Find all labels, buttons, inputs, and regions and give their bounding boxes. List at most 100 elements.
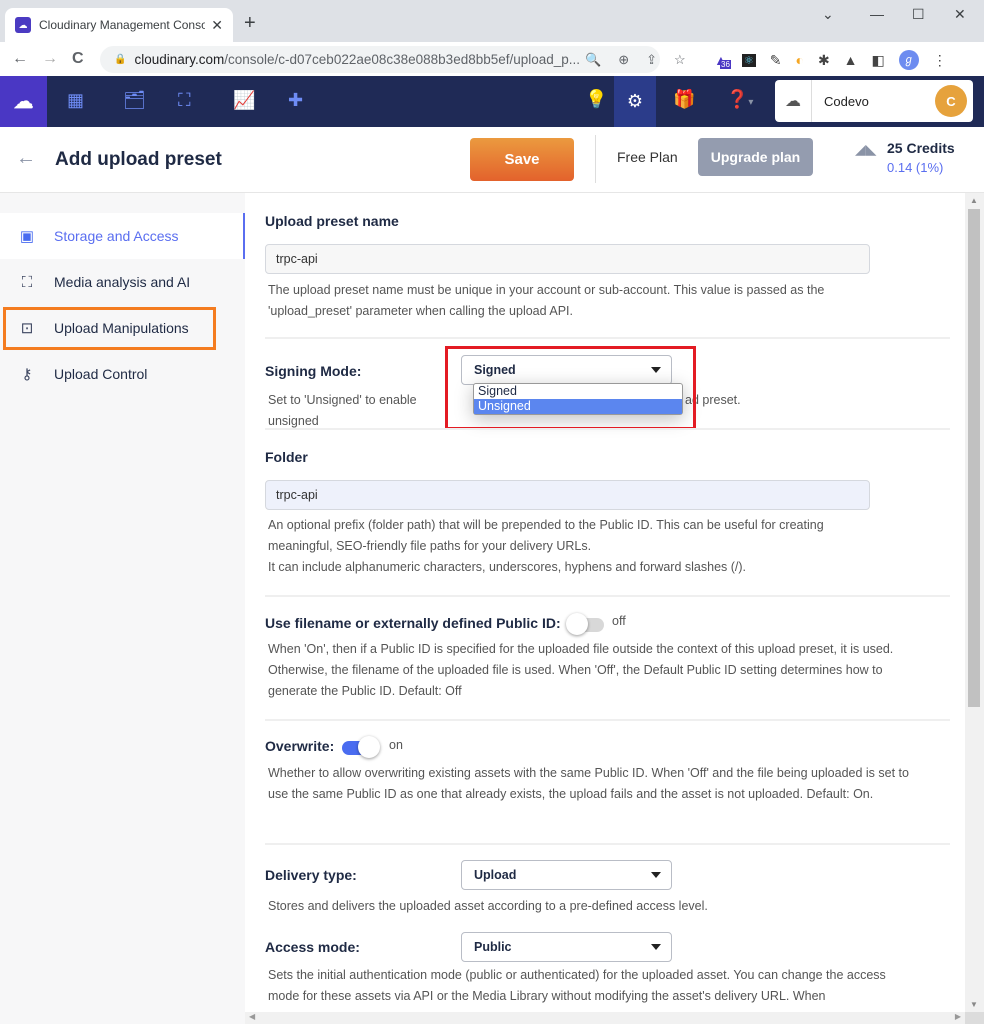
forward-icon[interactable]: → <box>42 50 58 68</box>
color-picker-icon[interactable]: ✎ <box>770 52 782 69</box>
sidebar-item-media-analysis[interactable]: ⛶ Media analysis and AI <box>0 259 245 305</box>
use-filename-toggle[interactable] <box>566 613 604 635</box>
back-arrow-icon[interactable]: ← <box>16 147 36 170</box>
folder-help-line: An optional prefix (folder path) that wi… <box>268 518 824 532</box>
app-header: ☁ ▦ 🗂 ⛶ 📈 ✚ 💡 ⚙ 🎁 ❓▾ ☁ Codevo C <box>0 76 984 127</box>
addons-icon[interactable]: ✚ <box>288 90 303 111</box>
close-tab-icon[interactable]: ✕ <box>211 17 223 34</box>
search-icon[interactable]: 🔍 <box>585 52 601 68</box>
overwrite-label: Overwrite: <box>265 738 335 754</box>
side-panel-icon[interactable]: ◧ <box>872 52 885 69</box>
zoom-icon[interactable]: ⊕ <box>618 52 629 68</box>
whats-new-icon[interactable]: 🎁 <box>673 89 695 110</box>
scroll-left-icon[interactable]: ◀ <box>249 1012 255 1021</box>
sidebar-item-label: Media analysis and AI <box>54 274 191 290</box>
maximize-button[interactable]: ☐ <box>912 6 925 23</box>
settings-icon[interactable]: ⚙ <box>614 76 656 127</box>
extensions-puzzle-icon[interactable]: ✱ <box>818 52 830 69</box>
lock-icon: 🔒 <box>114 54 127 65</box>
sidebar-item-label: Storage and Access <box>54 228 179 244</box>
url-path: /console/c-d07ceb022ae08c38e088b3ed8bb5e… <box>224 52 581 67</box>
url-host: cloudinary.com <box>134 52 225 67</box>
settings-sidebar: ▣ Storage and Access ⛶ Media analysis an… <box>0 193 245 1024</box>
lightbulb-icon[interactable]: 💡 <box>585 89 607 110</box>
labs-flask-icon[interactable]: ▲ <box>844 52 858 68</box>
signing-mode-dropdown: Signed Unsigned <box>473 383 683 415</box>
transformations-icon[interactable]: ⛶ <box>178 90 191 111</box>
avatar[interactable]: C <box>935 85 967 117</box>
scroll-down-icon[interactable]: ▼ <box>970 1000 978 1009</box>
react-devtools-icon[interactable]: ⚛ <box>741 53 756 67</box>
browser-tab-bar: ☁ Cloudinary Management Console ✕ + ⌄ — … <box>0 0 984 42</box>
folder-help: An optional prefix (folder path) that wi… <box>268 515 928 578</box>
use-filename-help: When 'On', then if a Public ID is specif… <box>268 642 894 698</box>
delivery-type-label: Delivery type: <box>265 867 357 883</box>
page-title: Add upload preset <box>55 149 222 170</box>
horizontal-scrollbar[interactable]: ◀ ▶ <box>245 1012 965 1024</box>
delivery-type-select[interactable]: Upload <box>461 860 672 890</box>
share-icon[interactable]: ⇪ <box>646 52 657 68</box>
option-unsigned[interactable]: Unsigned <box>474 399 682 414</box>
vertical-scrollbar[interactable]: ▲ ▼ <box>965 193 984 1012</box>
preset-name-help: The upload preset name must be unique in… <box>268 283 825 318</box>
preset-name-input[interactable]: trpc-api <box>265 244 870 274</box>
signing-mode-help-tail: ad preset. <box>685 393 741 407</box>
new-tab-button[interactable]: + <box>244 12 256 35</box>
media-library-icon[interactable]: 🗂 <box>123 90 146 111</box>
extension-badge-count: 36 <box>720 60 731 69</box>
scrollbar-thumb[interactable] <box>968 209 980 707</box>
chevron-down-icon: ▾ <box>748 97 754 108</box>
divider <box>265 719 950 721</box>
caret-down-icon <box>651 872 661 878</box>
divider <box>265 428 950 430</box>
dashboard-icon[interactable]: ▦ <box>67 90 84 111</box>
credits-total: 25 Credits <box>887 140 955 156</box>
folder-input[interactable]: trpc-api <box>265 480 870 510</box>
option-signed[interactable]: Signed <box>474 384 682 399</box>
signing-mode-label: Signing Mode: <box>265 363 362 379</box>
cloudinary-favicon: ☁ <box>15 17 31 33</box>
extension-badge-icon[interactable]: ▲36 <box>714 52 731 69</box>
url-field[interactable]: 🔒 cloudinary.com /console/c-d07ceb022ae0… <box>100 46 660 73</box>
back-icon[interactable]: ← <box>12 50 28 68</box>
minimize-button[interactable]: — <box>870 6 884 22</box>
tab-search-icon[interactable]: ⌄ <box>822 6 834 23</box>
bookmark-star-icon[interactable]: ☆ <box>674 52 686 68</box>
access-mode-help: Sets the initial authentication mode (pu… <box>268 968 886 1003</box>
scroll-up-icon[interactable]: ▲ <box>970 196 978 205</box>
reports-icon[interactable]: 📈 <box>233 90 255 111</box>
plan-label: Free Plan <box>617 149 678 165</box>
extension-icon[interactable]: ◐ <box>795 52 803 68</box>
credits-usage[interactable]: 0.14 (1%) <box>887 160 943 175</box>
access-mode-select[interactable]: Public <box>461 932 672 962</box>
access-mode-value: Public <box>474 940 512 954</box>
preset-name-label: Upload preset name <box>265 213 399 229</box>
folder-help-line: meaningful, SEO-friendly file paths for … <box>268 539 592 553</box>
browser-menu-icon[interactable]: ⋮ <box>933 52 947 69</box>
signing-mode-value: Signed <box>474 363 516 377</box>
overwrite-toggle[interactable] <box>342 736 380 758</box>
save-button[interactable]: Save <box>470 138 574 181</box>
sidebar-item-label: Upload Manipulations <box>54 320 189 336</box>
use-filename-state: off <box>612 614 626 628</box>
scroll-right-icon[interactable]: ▶ <box>955 1012 961 1021</box>
signing-mode-select[interactable]: Signed <box>461 355 672 385</box>
sidebar-item-upload-manipulations[interactable]: ⊡ Upload Manipulations <box>0 305 245 351</box>
close-window-button[interactable]: ✕ <box>954 6 966 23</box>
scrollbar-corner <box>965 1012 984 1024</box>
help-icon[interactable]: ❓▾ <box>726 89 753 110</box>
profile-avatar-icon[interactable]: ℊ <box>898 50 919 70</box>
cloud-icon: ☁ <box>775 80 812 122</box>
browser-tab[interactable]: ☁ Cloudinary Management Console ✕ <box>5 8 233 42</box>
address-bar: ← → C 🔒 cloudinary.com /console/c-d07ceb… <box>0 42 984 76</box>
sidebar-item-upload-control[interactable]: ⚷ Upload Control <box>0 351 245 397</box>
signing-mode-help: Set to 'Unsigned' to enable unsigned <box>268 393 417 428</box>
credits-gauge-icon: ◢◣ <box>855 141 877 157</box>
divider <box>595 135 596 183</box>
use-filename-label: Use filename or externally defined Publi… <box>265 615 561 631</box>
cloudinary-logo-icon[interactable]: ☁ <box>0 76 47 127</box>
reload-icon[interactable]: C <box>72 50 84 68</box>
upgrade-plan-button[interactable]: Upgrade plan <box>698 138 813 176</box>
cloud-selector[interactable]: ☁ Codevo C <box>775 80 973 122</box>
sidebar-item-storage-and-access[interactable]: ▣ Storage and Access <box>0 213 245 259</box>
